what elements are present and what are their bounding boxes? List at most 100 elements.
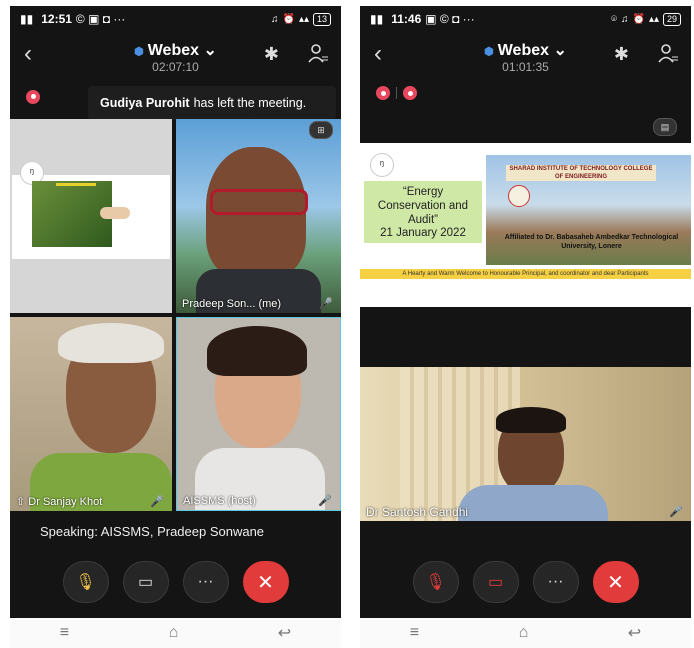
participant-name: ⇧ Dr Sanjay Khot bbox=[16, 496, 103, 508]
camera-icon: ▭ bbox=[137, 574, 154, 591]
menu-icon[interactable]: ≡ bbox=[410, 624, 419, 642]
network-icon: ▴▴ bbox=[648, 13, 659, 25]
white-hair-shape bbox=[58, 323, 164, 363]
video-button[interactable]: ▭ bbox=[122, 561, 169, 603]
home-icon[interactable]: ⌂ bbox=[519, 624, 529, 642]
participants-icon[interactable] bbox=[657, 42, 679, 64]
signal-icon: ▮▮ bbox=[370, 12, 384, 26]
video-tile-aissms[interactable]: AISSMS (host) 🎤 bbox=[176, 317, 341, 511]
participant-name: Dr Santosh Gandhi bbox=[366, 505, 469, 519]
participant-name: Pradeep Son... (me) bbox=[182, 298, 282, 310]
college-logo bbox=[508, 185, 530, 207]
call-controls: 🎙 ▭ ··· ✕ bbox=[10, 561, 341, 605]
slide-date: 21 January 2022 bbox=[380, 227, 466, 239]
shared-content-tile[interactable]: ᵑ bbox=[10, 119, 172, 313]
shield-icon: ⬢ bbox=[484, 46, 494, 58]
participants-icon[interactable] bbox=[307, 42, 329, 64]
welcome-ticker: A Hearty and Warm Welcome to Honourable … bbox=[360, 269, 691, 279]
divider bbox=[396, 87, 397, 99]
notification-icons: ▣ © ◘ ··· bbox=[425, 12, 475, 26]
layout-toggle-icon[interactable]: ⊞ bbox=[309, 121, 333, 139]
handshake-image bbox=[100, 207, 130, 219]
leave-meeting-button[interactable]: ✕ bbox=[242, 561, 289, 603]
unmute-button[interactable]: 🎙 bbox=[412, 561, 459, 603]
chevron-down-icon: ⌄ bbox=[553, 42, 567, 59]
video-button[interactable]: ▭ bbox=[472, 561, 519, 603]
close-icon: ✕ bbox=[257, 571, 274, 594]
video-tile-pradeep[interactable]: ⊞ Pradeep Son... (me) 🎤 bbox=[176, 119, 341, 313]
more-icon: ··· bbox=[197, 573, 214, 590]
battery-icon: 13 bbox=[312, 12, 331, 26]
hair-shape bbox=[496, 407, 566, 433]
more-icon: ··· bbox=[547, 573, 564, 590]
speaking-label: Speaking: AISSMS, Pradeep Sonwane bbox=[40, 524, 265, 539]
signal-icon: ▮▮ bbox=[20, 12, 34, 26]
menu-icon[interactable]: ≡ bbox=[60, 624, 69, 642]
camera-off-icon: ▭ bbox=[487, 574, 504, 591]
glasses-shape bbox=[210, 189, 308, 215]
headset-icon: ♫ bbox=[270, 13, 279, 25]
chevron-down-icon: ⌄ bbox=[203, 42, 217, 59]
recording-indicator bbox=[26, 86, 40, 104]
bluetooth-icon[interactable]: ✱ bbox=[614, 44, 629, 65]
app-title: Webex bbox=[497, 42, 550, 59]
participant-name: AISSMS (host) bbox=[183, 495, 256, 507]
indicator-row bbox=[376, 86, 417, 100]
meeting-title[interactable]: ⬢ Webex ⌄ bbox=[360, 40, 691, 60]
microphone-icon: 🎙 bbox=[75, 574, 96, 591]
shirt-shape bbox=[458, 485, 608, 521]
right-phone-screen: ▮▮ 11:46 ▣ © ◘ ··· ⌾ ♫ ⏰ ▴▴ 29 ‹ ⬢ Webex ⌄ … bbox=[360, 6, 691, 618]
mic-on-icon: 🎤 bbox=[319, 298, 333, 310]
android-nav-bar-right: ≡ ⌂ ↩ bbox=[360, 618, 691, 648]
toast-name: Gudiya Purohit bbox=[100, 96, 190, 110]
record-icon bbox=[376, 86, 390, 100]
hair-shape bbox=[207, 326, 307, 376]
mute-button[interactable]: 🎙 bbox=[62, 561, 109, 603]
shared-slide[interactable]: ᵑ “Energy Conservation and Audit” 21 Jan… bbox=[360, 143, 691, 307]
shared-slide: ᵑ bbox=[12, 161, 170, 259]
meeting-title[interactable]: ⬢ Webex ⌄ bbox=[10, 40, 341, 60]
layout-toggle-icon[interactable]: ▤ bbox=[653, 118, 677, 136]
status-time: 12:51 bbox=[41, 12, 72, 26]
affiliation-text: Affiliated to Dr. Babasaheb Ambedkar Tec… bbox=[504, 234, 679, 250]
college-photo: SHARAD INSTITUTE OF TECHNOLOGY COLLEGE O… bbox=[486, 155, 691, 265]
record-icon bbox=[26, 89, 40, 104]
presenter-avatar-icon: ᵑ bbox=[370, 153, 394, 177]
record-icon bbox=[403, 86, 417, 100]
participant-name-text: Dr Sanjay Khot bbox=[28, 496, 103, 508]
video-tile-sanjay[interactable]: ⇧ Dr Sanjay Khot 🎤 bbox=[10, 317, 172, 511]
left-phone-screen: ▮▮ 12:51 © ▣ ◘ ··· ♫ ⏰ ▴▴ 13 ‹ ⬢ Webex ⌄ 0… bbox=[10, 6, 341, 618]
close-icon: ✕ bbox=[607, 571, 624, 594]
app-title: Webex bbox=[147, 42, 200, 59]
mic-on-icon: 🎤 bbox=[669, 506, 683, 518]
status-bar: ▮▮ 12:51 © ▣ ◘ ··· ♫ ⏰ ▴▴ 13 bbox=[10, 6, 341, 32]
status-bar: ▮▮ 11:46 ▣ © ◘ ··· ⌾ ♫ ⏰ ▴▴ 29 bbox=[360, 6, 691, 32]
mic-on-icon: 🎤 bbox=[318, 495, 332, 507]
alarm-icon: ⏰ bbox=[282, 13, 295, 25]
slide-title: “Energy Conservation and Audit” bbox=[377, 186, 469, 226]
more-button[interactable]: ··· bbox=[532, 561, 579, 603]
toast-text: has left the meeting. bbox=[193, 96, 307, 110]
shield-icon: ⬢ bbox=[134, 46, 144, 58]
status-time: 11:46 bbox=[391, 12, 422, 26]
toast-notification: Gudiya Purohit has left the meeting. bbox=[88, 86, 336, 120]
leave-meeting-button[interactable]: ✕ bbox=[592, 561, 639, 603]
android-nav-bar-left: ≡ ⌂ ↩ bbox=[10, 618, 341, 648]
headset-icon: ♫ bbox=[620, 13, 629, 25]
mic-on-icon: 🎤 bbox=[150, 496, 164, 508]
bluetooth-icon[interactable]: ✱ bbox=[264, 44, 279, 65]
notification-icons: © ▣ ◘ ··· bbox=[75, 12, 126, 26]
back-nav-icon[interactable]: ↩ bbox=[628, 623, 641, 643]
more-button[interactable]: ··· bbox=[182, 561, 229, 603]
home-icon[interactable]: ⌂ bbox=[169, 624, 179, 642]
back-nav-icon[interactable]: ↩ bbox=[278, 623, 291, 643]
battery-icon: 29 bbox=[662, 12, 681, 26]
college-name: SHARAD INSTITUTE OF TECHNOLOGY COLLEGE O… bbox=[506, 165, 656, 181]
microphone-muted-icon: 🎙 bbox=[425, 574, 446, 591]
network-icon: ▴▴ bbox=[298, 13, 309, 25]
call-controls: 🎙 ▭ ··· ✕ bbox=[360, 561, 691, 605]
video-tile-santosh[interactable]: Dr Santosh Gandhi 🎤 bbox=[360, 367, 691, 521]
alarm-icon: ⏰ bbox=[632, 13, 645, 25]
location-icon: ⌾ bbox=[610, 13, 617, 25]
meeting-timer: 02:07:10 bbox=[152, 60, 199, 74]
